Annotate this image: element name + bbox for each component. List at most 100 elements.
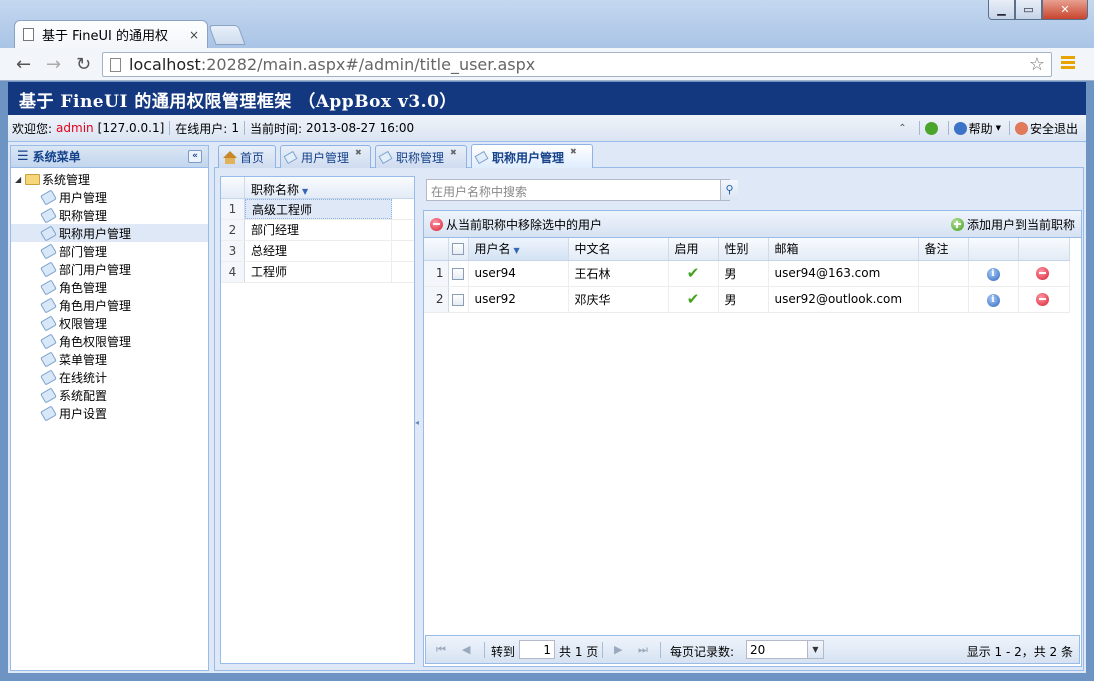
title-grid: 职称名称 ▼ 1 高级工程师 2 部门经理 3 总经理 4 工程师 [220, 176, 415, 664]
tag-icon [283, 150, 298, 164]
tag-icon [40, 224, 57, 242]
column-header-remark[interactable]: 备注 [918, 238, 969, 261]
last-page-icon[interactable]: ⏭ [638, 643, 648, 657]
sort-desc-icon: ▼ [513, 246, 520, 256]
browser-tab[interactable]: 基于 FineUI 的通用权 × [14, 20, 208, 48]
enabled-check-icon: ✔ [668, 260, 719, 287]
welcome-label: 欢迎您: [12, 121, 53, 136]
sidebar-item-dept-user-management[interactable]: 部门用户管理 [11, 260, 208, 278]
minimize-button[interactable]: ▁ [988, 0, 1015, 20]
tab-close-icon[interactable]: ✖ [570, 147, 577, 156]
new-tab-button[interactable] [208, 25, 246, 45]
column-header-enabled[interactable]: 启用 [668, 238, 719, 261]
sidebar-header: ☰ 系统菜单 « [11, 146, 208, 168]
sidebar-item-menu-management[interactable]: 菜单管理 [11, 350, 208, 368]
info-icon[interactable]: i [968, 286, 1019, 313]
time-label: 当前时间: [249, 121, 303, 136]
table-row[interactable]: 4 工程师 [221, 262, 414, 283]
table-row[interactable]: 2 部门经理 [221, 220, 414, 241]
tab-home[interactable]: 首页 [218, 145, 276, 168]
tree-root[interactable]: ◢ 系统管理 [11, 170, 208, 188]
add-icon [950, 217, 964, 231]
app-window: 基于 FineUI 的通用权限管理框架 （AppBox v3.0） 欢迎您: a… [8, 82, 1086, 673]
tag-icon [40, 332, 57, 350]
sidebar-item-power-management[interactable]: 权限管理 [11, 314, 208, 332]
reload-icon[interactable]: ↻ [76, 54, 91, 75]
delete-row-icon[interactable] [1018, 286, 1070, 313]
tag-icon [40, 188, 57, 206]
prev-page-icon[interactable]: ◀ [462, 643, 470, 656]
sidebar-item-user-settings[interactable]: 用户设置 [11, 404, 208, 422]
refresh-icon[interactable] [924, 121, 938, 135]
column-header-email[interactable]: 邮箱 [768, 238, 919, 261]
add-users-button[interactable]: 添加用户到当前职称 [950, 216, 1075, 233]
delete-row-icon[interactable] [1018, 260, 1070, 287]
page-number-input[interactable]: 1 [519, 640, 555, 659]
tab-user-management[interactable]: 用户管理 ✖ [280, 145, 371, 168]
tree-menu-icon: ☰ [17, 149, 29, 164]
info-icon[interactable]: i [968, 260, 1019, 287]
tag-icon [40, 314, 57, 332]
forward-icon[interactable]: → [46, 54, 61, 75]
tab-close-icon[interactable]: ✖ [355, 148, 362, 157]
tag-icon [378, 150, 393, 164]
collapse-sidebar-icon[interactable]: « [188, 150, 202, 163]
search-input[interactable]: 在用户名称中搜索 ⚲ [426, 179, 738, 201]
tab-title-management[interactable]: 职称管理 ✖ [375, 145, 467, 168]
pager-summary: 显示 1 - 2，共 2 条 [966, 645, 1073, 659]
first-page-icon[interactable]: ⏮ [436, 643, 446, 657]
tag-icon [474, 150, 489, 164]
table-row[interactable]: 2 user92 邓庆华 ✔ 男 user92@outlook.com i [424, 286, 1070, 313]
user-grid: 从当前职称中移除选中的用户 添加用户到当前职称 用户名 ▼ 中文名 启用 性别 … [423, 210, 1082, 667]
table-row[interactable]: 1 user94 王石林 ✔ 男 user94@163.com i [424, 260, 1070, 287]
logout-button[interactable]: 安全退出 [1014, 120, 1078, 137]
chevron-down-icon[interactable]: ▼ [807, 641, 823, 658]
close-window-button[interactable]: ✕ [1042, 0, 1088, 20]
url-text[interactable]: localhost:20282/main.aspx#/admin/title_u… [129, 55, 1029, 74]
tag-icon [40, 386, 57, 404]
tab-strip: 首页 用户管理 ✖ 职称管理 ✖ 职称用户管理 ✖ [214, 143, 1084, 169]
online-count: 1 [231, 121, 239, 135]
sidebar-item-online-stats[interactable]: 在线统计 [11, 368, 208, 386]
tab-title-user-management[interactable]: 职称用户管理 ✖ [471, 144, 593, 169]
row-checkbox[interactable] [448, 260, 469, 287]
next-page-icon[interactable]: ▶ [614, 643, 622, 656]
sidebar-item-title-user-management[interactable]: 职称用户管理 [11, 224, 208, 242]
search-icon[interactable]: ⚲ [720, 180, 738, 200]
menu-icon[interactable] [1061, 56, 1075, 71]
sidebar-item-system-config[interactable]: 系统配置 [11, 386, 208, 404]
sidebar-item-dept-management[interactable]: 部门管理 [11, 242, 208, 260]
sidebar-item-title-management[interactable]: 职称管理 [11, 206, 208, 224]
table-row[interactable]: 1 高级工程师 [221, 199, 414, 220]
row-checkbox[interactable] [448, 286, 469, 313]
remove-users-button[interactable]: 从当前职称中移除选中的用户 [430, 216, 602, 233]
tag-icon [40, 260, 57, 278]
expanded-arrow-icon[interactable]: ◢ [15, 175, 25, 184]
page-icon [23, 28, 34, 41]
tab-close-icon[interactable]: ✖ [450, 148, 457, 157]
user-panel: 在用户名称中搜索 ⚲ 从当前职称中移除选中的用户 添加用户到当前职称 用户名 ▼… [420, 170, 1082, 667]
tab-close-icon[interactable]: × [189, 28, 199, 42]
page-size-select[interactable]: 20 ▼ [746, 640, 824, 659]
sidebar-item-role-power-management[interactable]: 角色权限管理 [11, 332, 208, 350]
help-menu[interactable]: 帮助 ▼ [953, 120, 1001, 137]
back-icon[interactable]: ← [16, 54, 31, 75]
app-title: 基于 FineUI 的通用权限管理框架 （AppBox v3.0） [8, 82, 1086, 115]
table-row[interactable]: 3 总经理 [221, 241, 414, 262]
column-header-chinese-name[interactable]: 中文名 [568, 238, 669, 261]
bookmark-star-icon[interactable]: ☆ [1029, 54, 1045, 75]
help-icon [953, 121, 967, 135]
sidebar-item-role-user-management[interactable]: 角色用户管理 [11, 296, 208, 314]
status-bar: 欢迎您: admin [127.0.0.1] 在线用户: 1 当前时间: 201… [8, 115, 1086, 142]
tab-content: 职称名称 ▼ 1 高级工程师 2 部门经理 3 总经理 4 工程师 ◂ 在用户名称中搜索 … [214, 168, 1084, 671]
tag-icon [40, 278, 57, 296]
maximize-button[interactable]: ▭ [1015, 0, 1042, 20]
column-header-title-name[interactable]: 职称名称 ▼ [245, 177, 314, 198]
select-all-checkbox[interactable] [448, 238, 469, 261]
collapse-header-icon[interactable]: ⌃ [898, 123, 906, 134]
sidebar-item-role-management[interactable]: 角色管理 [11, 278, 208, 296]
sidebar-item-user-management[interactable]: 用户管理 [11, 188, 208, 206]
column-header-gender[interactable]: 性别 [718, 238, 769, 261]
column-header-username[interactable]: 用户名 ▼ [468, 238, 569, 261]
address-bar[interactable]: localhost:20282/main.aspx#/admin/title_u… [102, 52, 1052, 77]
